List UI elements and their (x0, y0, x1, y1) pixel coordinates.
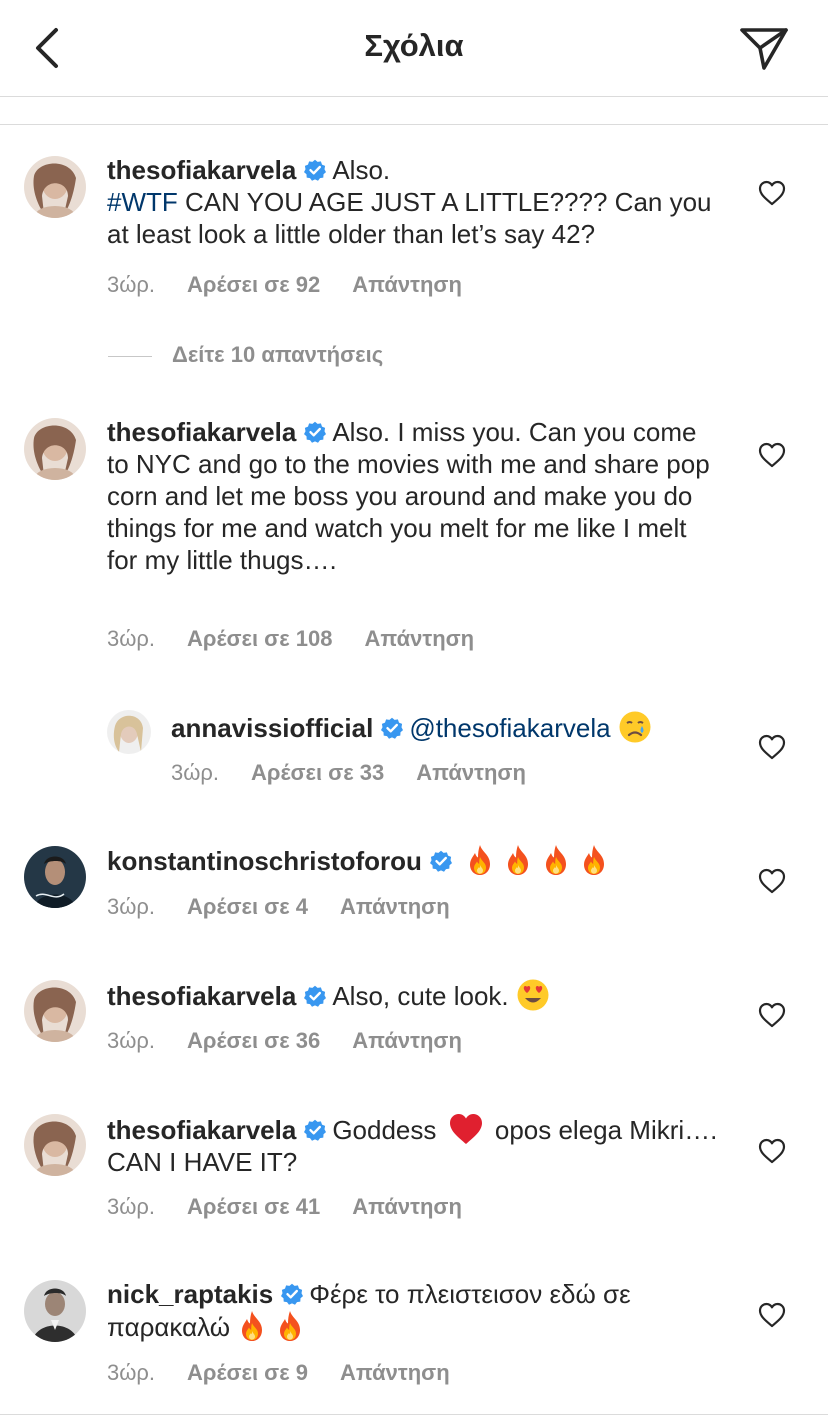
fire-icon (579, 844, 609, 876)
page-title: Σχόλια (364, 28, 464, 63)
comment-username[interactable]: thesofiakarvela (107, 981, 296, 1011)
heart-icon (758, 868, 786, 894)
comment-time: 3ώρ. (171, 760, 220, 785)
hashtag-link[interactable]: #WTF (107, 187, 178, 217)
likes-count[interactable]: Αρέσει σε 9 (187, 1360, 308, 1385)
comment-username[interactable]: annavissiofficial (171, 713, 373, 743)
verified-badge-icon (304, 1119, 327, 1141)
likes-count[interactable]: Αρέσει σε 4 (187, 894, 308, 919)
comment-item: nick_raptakis Φέρε το πλειστεισον εδώ σε … (0, 1274, 828, 1394)
reply-button[interactable]: Απάντηση (340, 894, 450, 919)
comment-meta: 3ώρ. Αρέσει σε 108 Απάντηση (107, 626, 506, 652)
verified-badge-icon (429, 850, 452, 872)
likes-count[interactable]: Αρέσει σε 41 (187, 1194, 320, 1219)
comment-meta: 3ώρ. Αρέσει σε 36 Απάντηση (107, 1028, 494, 1054)
comment-username[interactable]: thesofiakarvela (107, 1115, 296, 1145)
heart-eyes-icon (516, 978, 550, 1012)
comment-time: 3ώρ. (107, 894, 156, 919)
crying-face-icon (618, 710, 652, 744)
share-button[interactable] (738, 24, 790, 72)
avatar[interactable] (107, 710, 151, 754)
comment-time: 3ώρ. (107, 272, 156, 297)
view-replies-link[interactable]: Δείτε 10 απαντήσεις (108, 342, 383, 368)
comment-username[interactable]: nick_raptakis (107, 1279, 273, 1309)
heart-icon (758, 180, 786, 206)
comment-meta: 3ώρ. Αρέσει σε 41 Απάντηση (107, 1194, 494, 1220)
comment-time: 3ώρ. (107, 1028, 156, 1053)
reply-button[interactable]: Απάντηση (352, 1028, 462, 1053)
verified-badge-icon (304, 985, 327, 1007)
reply-button[interactable]: Απάντηση (352, 272, 462, 297)
avatar[interactable] (24, 1114, 86, 1176)
like-button[interactable] (758, 442, 786, 468)
likes-count[interactable]: Αρέσει σε 108 (187, 626, 332, 651)
header-divider (0, 96, 828, 97)
comment-username[interactable]: thesofiakarvela (107, 417, 296, 447)
comment-text: thesofiakarvela Also. #WTF CAN YOU AGE JUS… (107, 155, 712, 249)
comment-meta: 3ώρ. Αρέσει σε 9 Απάντηση (107, 1360, 482, 1386)
comment-text: thesofiakarvela Also, cute look. (107, 978, 727, 1012)
comment-item: konstantinoschristoforou 3ώρ. Αρέσει σε 4… (0, 840, 828, 930)
comment-item: thesofiakarvela Goddess opos elega Mikri…… (0, 1108, 828, 1228)
like-button[interactable] (758, 868, 786, 894)
comment-text: nick_raptakis Φέρε το πλειστεισον εδώ σε … (107, 1279, 631, 1342)
comment-time: 3ώρ. (107, 1194, 156, 1219)
like-button[interactable] (758, 1138, 786, 1164)
comment-item: thesofiakarvela Also, cute look. 3ώρ. Αρέσ… (0, 974, 828, 1064)
heart-icon (758, 1302, 786, 1328)
heart-icon (758, 734, 786, 760)
like-button[interactable] (758, 734, 786, 760)
likes-count[interactable]: Αρέσει σε 33 (251, 760, 384, 785)
heart-icon (758, 1138, 786, 1164)
comment-item: thesofiakarvela Also. #WTF CAN YOU AGE JUS… (0, 150, 828, 310)
verified-badge-icon (304, 421, 327, 443)
comment-text: thesofiakarvela Also. I miss you. Can you… (107, 417, 710, 575)
comment-time: 3ώρ. (107, 626, 156, 651)
verified-badge-icon (304, 159, 327, 181)
comment-time: 3ώρ. (107, 1360, 156, 1385)
comment-username[interactable]: konstantinoschristoforou (107, 846, 422, 876)
reply-item: annavissiofficial @thesofiakarvela 3ώρ. Αρ… (0, 706, 828, 796)
fire-icon (237, 1310, 267, 1342)
top-bar: Σχόλια (0, 0, 828, 96)
reply-button[interactable]: Απάντηση (340, 1360, 450, 1385)
like-button[interactable] (758, 180, 786, 206)
comment-text: thesofiakarvela Goddess opos elega Mikri…… (107, 1112, 727, 1178)
like-button[interactable] (758, 1002, 786, 1028)
avatar[interactable] (24, 1280, 86, 1342)
caption-divider (0, 124, 828, 125)
heart-icon (758, 442, 786, 468)
comment-text: konstantinoschristoforou (107, 844, 727, 877)
red-heart-icon (448, 1112, 484, 1146)
bottom-divider (0, 1414, 828, 1415)
comment-username[interactable]: thesofiakarvela (107, 155, 296, 185)
mention-link[interactable]: @thesofiakarvela (409, 713, 610, 743)
likes-count[interactable]: Αρέσει σε 92 (187, 272, 320, 297)
reply-button[interactable]: Απάντηση (365, 626, 475, 651)
divider (108, 355, 152, 357)
avatar[interactable] (24, 846, 86, 908)
fire-icon (503, 844, 533, 876)
heart-icon (758, 1002, 786, 1028)
comment-item: thesofiakarvela Also. I miss you. Can you… (0, 412, 828, 662)
paper-plane-icon (740, 28, 788, 70)
verified-badge-icon (381, 717, 404, 739)
likes-count[interactable]: Αρέσει σε 36 (187, 1028, 320, 1053)
comment-meta: 3ώρ. Αρέσει σε 4 Απάντηση (107, 894, 482, 920)
like-button[interactable] (758, 1302, 786, 1328)
reply-button[interactable]: Απάντηση (416, 760, 526, 785)
verified-badge-icon (281, 1283, 304, 1305)
fire-icon (541, 844, 571, 876)
fire-icon (275, 1310, 305, 1342)
reply-button[interactable]: Απάντηση (352, 1194, 462, 1219)
fire-icon (465, 844, 495, 876)
comment-meta: 3ώρ. Αρέσει σε 92 Απάντηση (107, 272, 494, 298)
avatar[interactable] (24, 418, 86, 480)
avatar[interactable] (24, 156, 86, 218)
comment-meta: 3ώρ. Αρέσει σε 33 Απάντηση (171, 760, 558, 786)
comment-text: annavissiofficial @thesofiakarvela (171, 710, 731, 744)
avatar[interactable] (24, 980, 86, 1042)
